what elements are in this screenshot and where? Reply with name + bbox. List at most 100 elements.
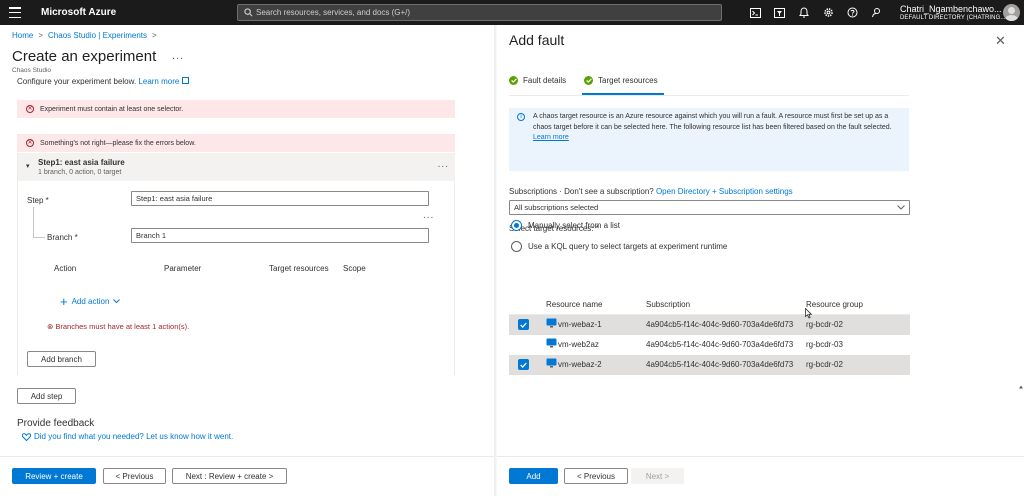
resource-group: rg-bcdr-03 xyxy=(806,340,843,349)
plus-icon: + xyxy=(60,293,68,309)
step-title: Step1: east asia failure xyxy=(38,158,125,167)
info-text: A chaos target resource is an Azure reso… xyxy=(533,113,892,131)
resource-subscription: 4a904cb5-f14c-404c-9d60-703a4de6fd73 xyxy=(646,320,794,329)
global-search[interactable] xyxy=(237,4,722,21)
resource-group: rg-bcdr-02 xyxy=(806,360,843,369)
gear-icon[interactable] xyxy=(816,5,840,20)
account-menu[interactable]: Chatri_Ngambenchawo... DEFAULT DIRECTORY… xyxy=(900,4,1006,21)
breadcrumb-chaos-studio[interactable]: Chaos Studio | Experiments xyxy=(48,31,147,40)
radio-manual-select[interactable]: Manually select from a list xyxy=(511,220,620,231)
account-name: Chatri_Ngambenchawo... xyxy=(900,4,1002,14)
step-header[interactable]: ▾ Step1: east asia failure 1 branch, 0 a… xyxy=(18,153,455,181)
page-title: Create an experiment xyxy=(12,48,157,65)
resource-subscription: 4a904cb5-f14c-404c-9d60-703a4de6fd73 xyxy=(646,360,794,369)
add-action-label: Add action xyxy=(71,297,110,306)
chevron-down-icon xyxy=(113,299,121,304)
resource-subscription: 4a904cb5-f14c-404c-9d60-703a4de6fd73 xyxy=(646,340,794,349)
brand-title[interactable]: Microsoft Azure xyxy=(41,7,116,18)
add-fault-panel: Add fault ✕ Fault details Target resourc… xyxy=(497,25,1024,496)
breadcrumb: Home > Chaos Studio | Experiments > xyxy=(12,31,157,40)
breadcrumb-home[interactable]: Home xyxy=(12,31,33,40)
search-input[interactable] xyxy=(256,5,716,20)
hamburger-menu-icon[interactable] xyxy=(9,7,21,18)
breadcrumb-separator: > xyxy=(38,31,44,40)
column-header-action: Action xyxy=(54,264,77,273)
error-icon: ✕ xyxy=(26,139,34,147)
step-more-icon[interactable]: ... xyxy=(438,159,449,170)
bell-icon[interactable] xyxy=(792,5,816,20)
radio-button[interactable] xyxy=(511,241,522,252)
avatar[interactable] xyxy=(1003,4,1020,21)
add-branch-button[interactable]: Add branch xyxy=(27,351,96,367)
chevron-down-icon[interactable]: ▾ xyxy=(26,162,30,170)
next-review-create-button[interactable]: Next : Review + create > xyxy=(172,468,287,484)
step-name-input[interactable] xyxy=(131,191,429,206)
column-header-target-resources: Target resources xyxy=(269,264,329,273)
row-checkbox[interactable] xyxy=(518,319,529,330)
panel-next-button: Next > xyxy=(631,468,684,484)
feedback-link-text: Did you find what you needed? Let us kno… xyxy=(34,432,234,441)
table-row[interactable]: vm-webaz-2 4a904cb5-f14c-404c-9d60-703a4… xyxy=(509,355,910,375)
tab-fault-details[interactable]: Fault details xyxy=(509,76,566,85)
step-name-label: Step * xyxy=(27,196,49,205)
subscriptions-value: All subscriptions selected xyxy=(514,203,599,212)
add-step-button[interactable]: Add step xyxy=(17,388,76,404)
tab-divider xyxy=(509,95,909,96)
branch-error-text: Branches must have at least 1 action(s). xyxy=(55,322,190,331)
panel-title: Add fault xyxy=(509,32,565,48)
tab-target-resources[interactable]: Target resources xyxy=(584,76,658,85)
mouse-cursor-icon xyxy=(805,308,812,319)
help-icon[interactable] xyxy=(840,5,864,20)
checkmark-icon xyxy=(509,76,518,85)
panel-previous-button[interactable]: < Previous xyxy=(564,468,628,484)
previous-button[interactable]: < Previous xyxy=(103,468,166,484)
account-directory: DEFAULT DIRECTORY (CHATRING... xyxy=(900,15,1006,21)
branch-error: ⊗ Branches must have at least 1 action(s… xyxy=(47,322,189,331)
column-header-parameter: Parameter xyxy=(164,264,202,273)
directory-settings-link[interactable]: Open Directory + Subscription settings xyxy=(656,187,793,196)
cloud-shell-icon[interactable] xyxy=(743,5,767,20)
radio-button[interactable] xyxy=(511,220,522,231)
tree-line xyxy=(33,207,34,237)
portal-filter-icon[interactable] xyxy=(767,5,791,20)
heart-icon xyxy=(22,432,31,441)
feedback-link[interactable]: Did you find what you needed? Let us kno… xyxy=(22,432,233,441)
active-tab-indicator xyxy=(582,93,664,95)
add-button[interactable]: Add xyxy=(509,468,558,484)
feedback-icon[interactable] xyxy=(864,5,888,20)
more-options-icon[interactable]: ... xyxy=(172,50,184,62)
form-error-text: Something's not right—please fix the err… xyxy=(40,139,196,147)
top-bar: Microsoft Azure Chatri_Ngambenchawo... D… xyxy=(0,0,1024,25)
panel-footer-divider xyxy=(497,456,1024,457)
intro-text: Configure your experiment below. Learn m… xyxy=(17,77,189,85)
branch-name-input[interactable] xyxy=(131,228,429,243)
radio-kql-query[interactable]: Use a KQL query to select targets at exp… xyxy=(511,241,727,252)
column-header-resource-group: Resource group xyxy=(806,300,863,309)
scroll-arrow-icon[interactable] xyxy=(1019,385,1023,389)
page-subtitle: Chaos Studio xyxy=(12,67,52,74)
virtual-machine-icon xyxy=(546,318,557,328)
resource-name: vm-webaz-2 xyxy=(558,360,602,369)
subscriptions-prefix: Subscriptions · Don't see a subscription… xyxy=(509,187,654,196)
column-header-subscription: Subscription xyxy=(646,300,691,309)
info-learn-more-link[interactable]: Learn more xyxy=(533,134,569,141)
info-icon: i xyxy=(517,113,525,121)
branch-name-label: Branch * xyxy=(47,233,78,242)
tree-line xyxy=(33,237,45,238)
close-icon[interactable]: ✕ xyxy=(995,33,1006,49)
subscriptions-label: Subscriptions · Don't see a subscription… xyxy=(509,187,793,196)
subscriptions-dropdown[interactable]: All subscriptions selected xyxy=(509,200,910,215)
learn-more-link[interactable]: Learn more xyxy=(138,77,179,85)
radio-manual-label: Manually select from a list xyxy=(528,221,621,230)
resource-name: vm-webaz-1 xyxy=(558,320,602,329)
table-row[interactable]: vm-webaz-1 4a904cb5-f14c-404c-9d60-703a4… xyxy=(509,315,910,335)
footer-divider xyxy=(0,456,494,457)
add-action-button[interactable]: + Add action xyxy=(60,293,121,309)
row-checkbox[interactable] xyxy=(518,359,529,370)
branch-more-icon[interactable]: ... xyxy=(423,210,434,221)
selector-error-banner: ✕ Experiment must contain at least one s… xyxy=(17,100,455,118)
review-create-button[interactable]: Review + create xyxy=(12,468,96,484)
form-error-banner: ✕ Something's not right—please fix the e… xyxy=(17,134,455,152)
table-row[interactable]: vm-web2az 4a904cb5-f14c-404c-9d60-703a4d… xyxy=(509,335,910,355)
selector-error-text: Experiment must contain at least one sel… xyxy=(40,105,184,113)
